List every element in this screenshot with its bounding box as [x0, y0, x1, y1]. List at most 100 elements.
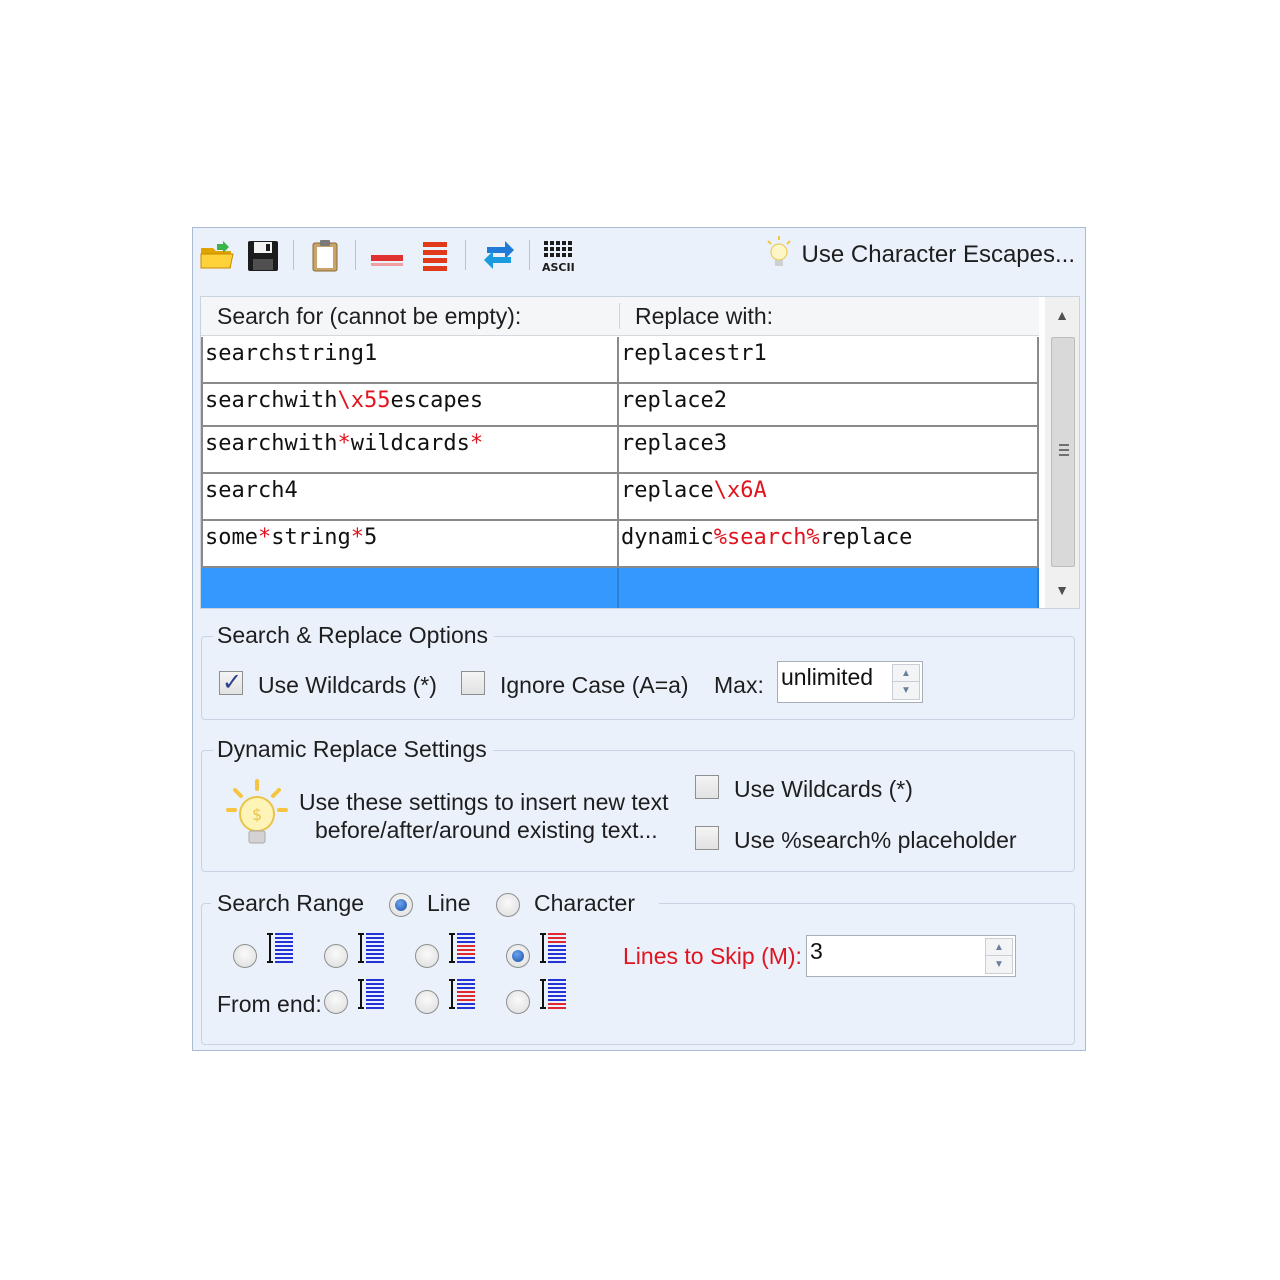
- use-character-escapes-label: Use Character Escapes...: [801, 241, 1075, 268]
- save-disk-icon[interactable]: [243, 236, 283, 276]
- grid-vertical-scrollbar[interactable]: ▲ ▼: [1045, 297, 1079, 608]
- cell-text: replace2: [621, 388, 727, 413]
- delete-all-rows-icon[interactable]: [415, 236, 455, 276]
- use-character-escapes-link[interactable]: Use Character Escapes...: [764, 235, 1075, 272]
- use-search-placeholder-checkbox[interactable]: [695, 826, 719, 850]
- spin-down-icon[interactable]: ▼: [893, 682, 919, 699]
- use-wildcards-checkbox[interactable]: [219, 668, 243, 696]
- special-token: \x6A: [713, 478, 767, 503]
- spin-up-icon[interactable]: ▲: [893, 665, 919, 682]
- clipboard-icon[interactable]: [305, 236, 345, 276]
- grid-header: Search for (cannot be empty): Replace wi…: [201, 297, 1039, 336]
- special-token: *: [469, 431, 484, 456]
- dynamic-use-wildcards-checkbox[interactable]: [695, 775, 719, 799]
- scroll-up-icon[interactable]: ▲: [1045, 297, 1079, 333]
- cell-text: searchstring1: [205, 341, 378, 366]
- replace-cell[interactable]: [619, 568, 1039, 608]
- scroll-thumb[interactable]: [1051, 337, 1075, 567]
- range-line-label[interactable]: Line: [427, 890, 470, 917]
- range-from-end-option-2-radio[interactable]: [415, 990, 439, 1014]
- special-token: *: [257, 525, 272, 550]
- ignore-case-label[interactable]: Ignore Case (A=a): [500, 672, 689, 699]
- table-row[interactable]: searchwith\x55escapes replace2: [201, 384, 1039, 427]
- svg-text:ASCII: ASCII: [542, 261, 575, 273]
- range-option-2-radio[interactable]: [324, 944, 348, 968]
- spin-down-icon[interactable]: ▼: [986, 956, 1012, 973]
- table-row[interactable]: searchwith*wildcards* replace3: [201, 427, 1039, 474]
- search-replace-panel: ASCII Use Character Escapes... Search fo…: [192, 227, 1086, 1051]
- scroll-grip-icon: [1059, 444, 1069, 459]
- use-search-placeholder-label[interactable]: Use %search% placeholder: [734, 827, 1017, 854]
- cell-text: some: [205, 525, 258, 550]
- max-spinner[interactable]: unlimited ▲ ▼: [777, 661, 923, 703]
- range-character-label[interactable]: Character: [534, 890, 635, 917]
- search-range-title: Search Range: [217, 890, 365, 916]
- range-line-radio[interactable]: [389, 893, 413, 917]
- cell-text: string: [271, 525, 351, 550]
- table-row[interactable]: search4 replace\x6A: [201, 474, 1039, 521]
- swap-arrows-icon[interactable]: [477, 236, 521, 276]
- range-option-3-radio[interactable]: [415, 944, 439, 968]
- cell-text: replace3: [621, 431, 727, 456]
- delete-row-icon[interactable]: [365, 236, 409, 276]
- line-range-icon: [263, 930, 297, 973]
- header-search-for[interactable]: Search for (cannot be empty):: [217, 297, 521, 335]
- table-row[interactable]: searchstring1 replacestr1: [201, 337, 1039, 384]
- special-token: *: [350, 525, 364, 550]
- cell-text: search4: [205, 478, 298, 503]
- cell-text: 5: [363, 525, 378, 550]
- lightbulb-icon: $: [225, 778, 289, 855]
- from-end-label: From end:: [217, 991, 322, 1017]
- replace-cell[interactable]: replace\x6A: [619, 474, 1039, 521]
- special-token: %search%: [713, 525, 820, 550]
- use-wildcards-label[interactable]: Use Wildcards (*): [258, 672, 437, 699]
- search-cell[interactable]: some*string*5: [201, 521, 619, 568]
- replace-cell[interactable]: replacestr1: [619, 337, 1039, 384]
- cell-text: replacestr1: [621, 341, 767, 366]
- lightbulb-icon: [764, 235, 794, 276]
- line-range-icon: [445, 930, 479, 973]
- line-range-icon: [536, 976, 570, 1019]
- special-token: *: [337, 431, 351, 456]
- lines-to-skip-value[interactable]: 3: [810, 938, 823, 965]
- lines-to-skip-spinner[interactable]: 3 ▲ ▼: [806, 935, 1016, 977]
- line-range-icon: [354, 976, 388, 1019]
- replace-cell[interactable]: dynamic%search%replace: [619, 521, 1039, 568]
- dynamic-use-wildcards-label[interactable]: Use Wildcards (*): [734, 776, 913, 803]
- range-option-1-radio[interactable]: [233, 944, 257, 968]
- range-from-end-option-1-radio[interactable]: [324, 990, 348, 1014]
- cell-text: wildcards: [350, 431, 470, 456]
- search-cell[interactable]: search4: [201, 474, 619, 521]
- spin-up-icon[interactable]: ▲: [986, 939, 1012, 956]
- replace-cell[interactable]: replace3: [619, 427, 1039, 474]
- cell-text: replace: [621, 478, 714, 503]
- special-token: \x55: [337, 388, 391, 413]
- cell-text: escapes: [390, 388, 484, 413]
- ignore-case-checkbox[interactable]: [461, 671, 485, 695]
- table-row[interactable]: some*string*5 dynamic%search%replace: [201, 521, 1039, 568]
- search-replace-options-title: Search & Replace Options: [213, 622, 495, 649]
- line-range-icon: [536, 930, 570, 973]
- search-cell[interactable]: searchwith*wildcards*: [201, 427, 619, 474]
- header-replace-with[interactable]: Replace with:: [635, 297, 773, 335]
- ascii-table-icon[interactable]: ASCII: [537, 236, 581, 276]
- open-folder-icon[interactable]: [197, 236, 237, 276]
- search-cell[interactable]: searchstring1: [201, 337, 619, 384]
- range-from-end-option-3-radio[interactable]: [506, 990, 530, 1014]
- line-range-icon: [445, 976, 479, 1019]
- search-cell[interactable]: [201, 568, 619, 608]
- dynamic-hint-line1: Use these settings to insert new text: [299, 789, 669, 815]
- dynamic-replace-title: Dynamic Replace Settings: [213, 736, 493, 763]
- max-value[interactable]: unlimited: [781, 664, 873, 691]
- cell-text: searchwith: [205, 388, 338, 413]
- line-range-icon: [354, 930, 388, 973]
- search-cell[interactable]: searchwith\x55escapes: [201, 384, 619, 427]
- svg-text:$: $: [252, 805, 262, 824]
- cell-text: searchwith: [205, 431, 338, 456]
- new-row[interactable]: [201, 568, 1039, 608]
- range-character-radio[interactable]: [496, 893, 520, 917]
- range-option-4-radio[interactable]: [506, 944, 530, 968]
- scroll-down-icon[interactable]: ▼: [1045, 572, 1079, 608]
- search-replace-grid[interactable]: Search for (cannot be empty): Replace wi…: [200, 296, 1080, 609]
- replace-cell[interactable]: replace2: [619, 384, 1039, 427]
